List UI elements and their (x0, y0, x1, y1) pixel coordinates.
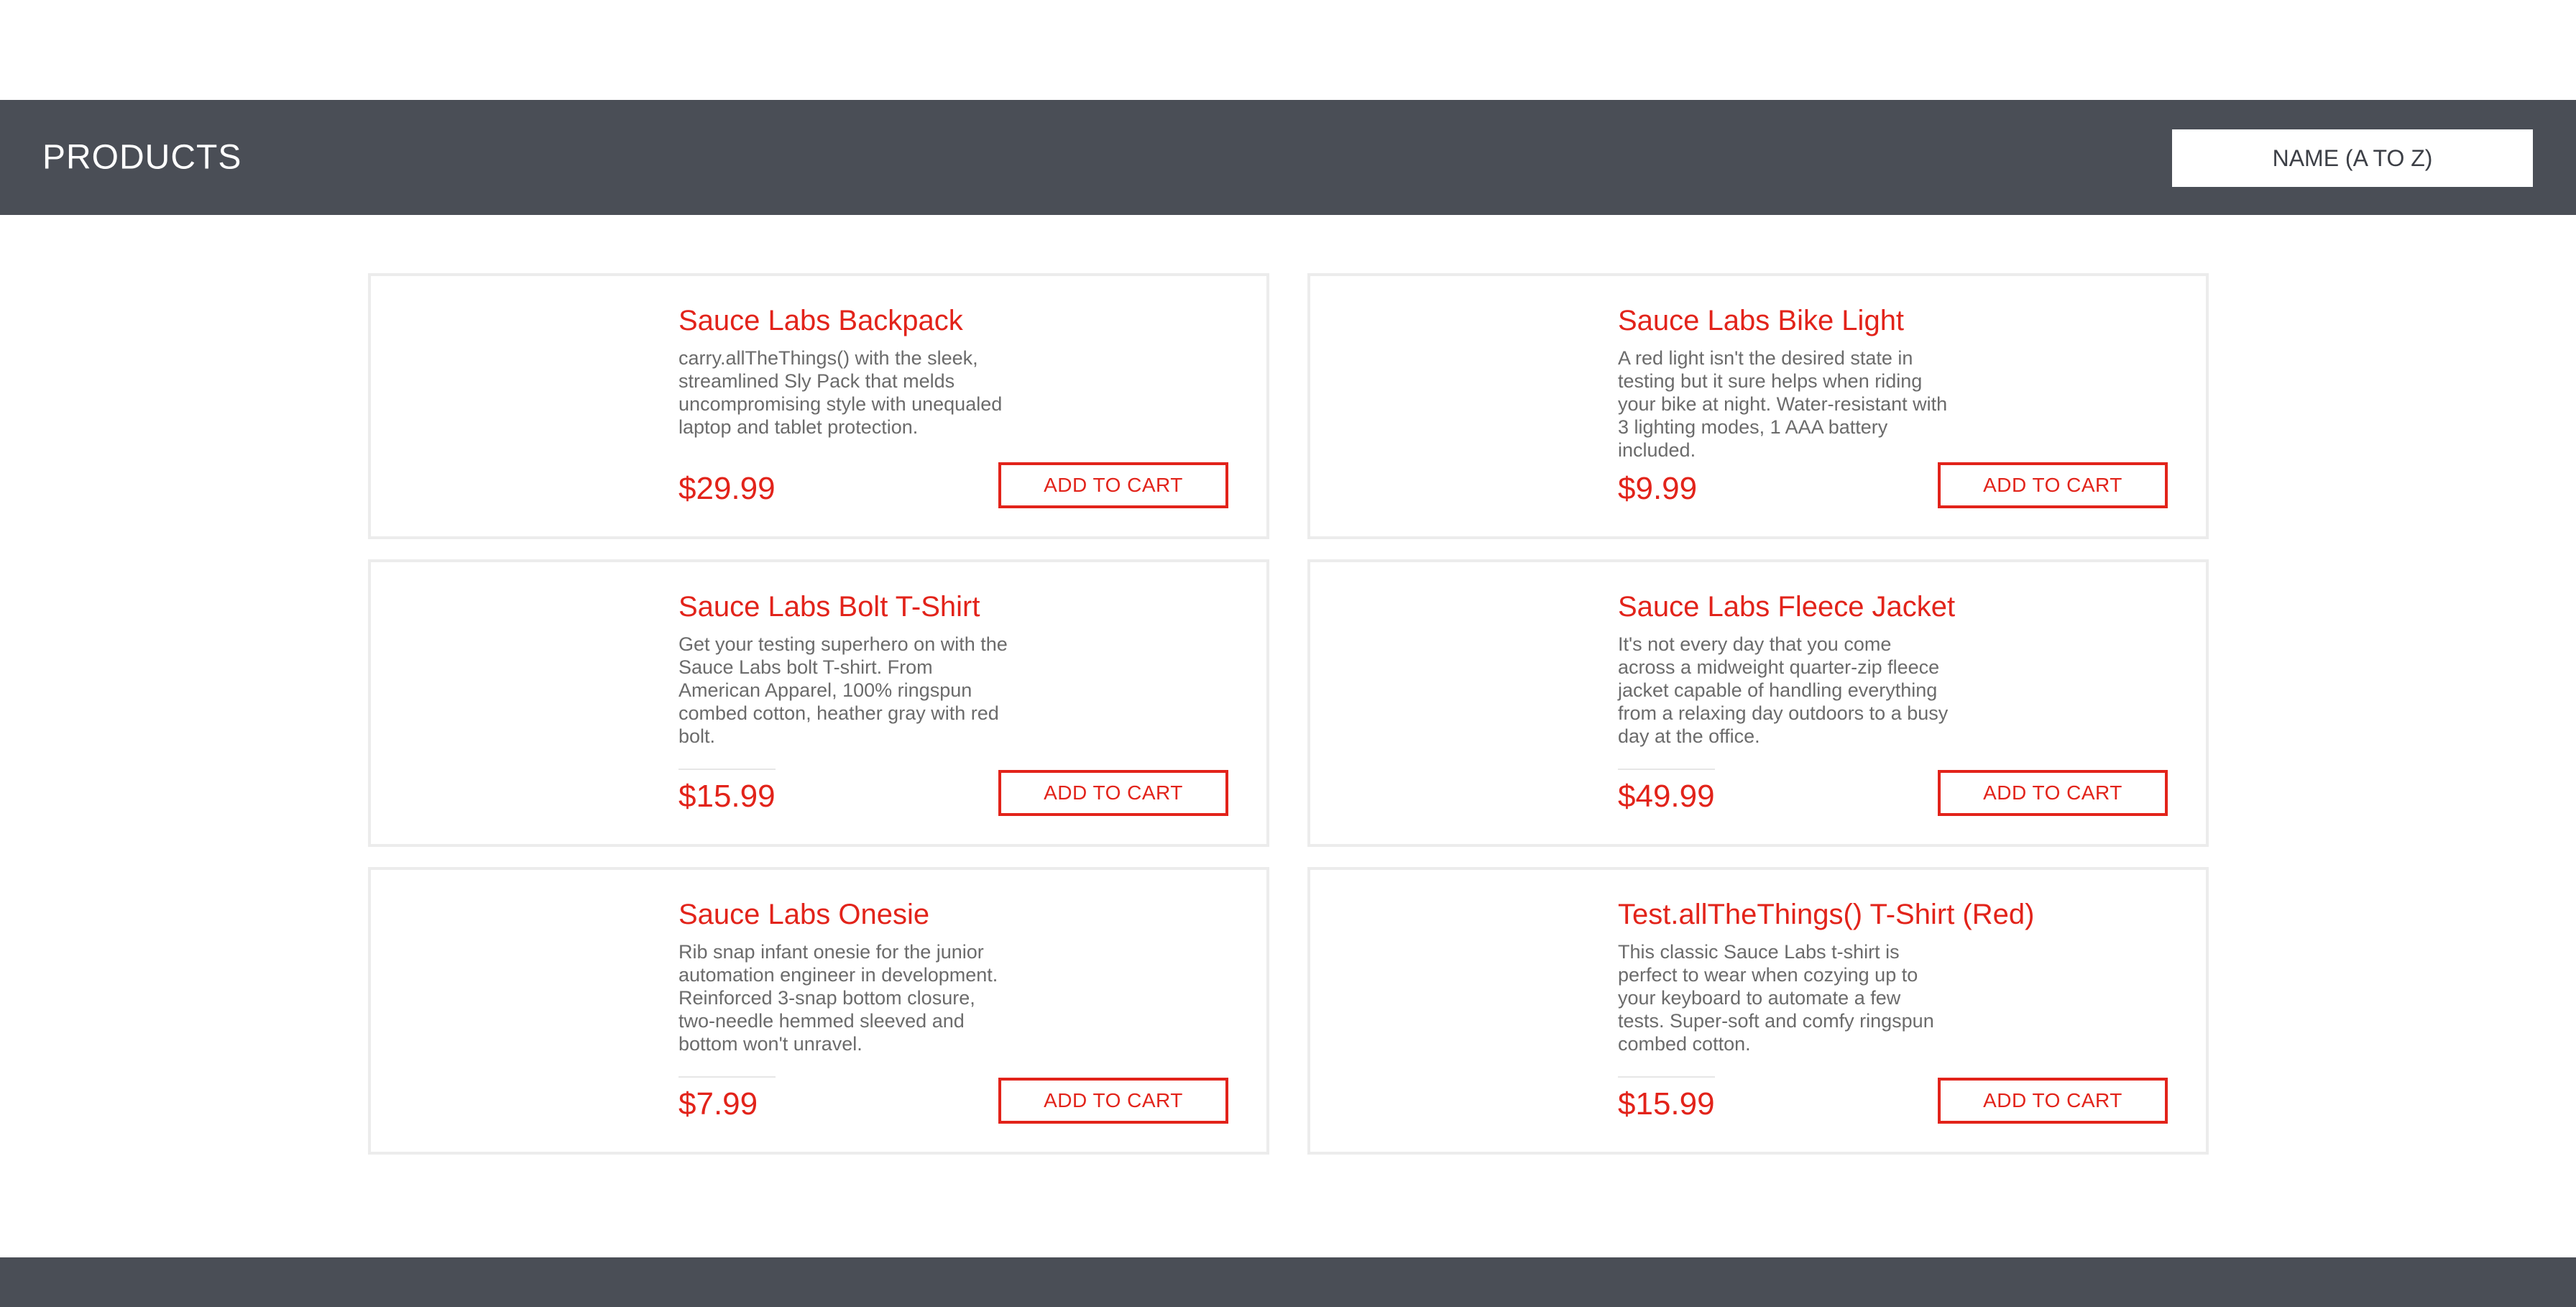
item-name-link[interactable]: Sauce Labs Backpack (678, 305, 963, 337)
add-to-cart-button[interactable]: ADD TO CART (998, 462, 1228, 508)
inventory-list: Sauce Labs Backpack carry.allTheThings()… (368, 273, 2209, 1155)
item-price: $15.99 (1618, 1086, 1715, 1122)
add-to-cart-button[interactable]: ADD TO CART (998, 1078, 1228, 1124)
inventory-item: Sauce Labs Backpack carry.allTheThings()… (368, 273, 1269, 539)
item-name-link[interactable]: Sauce Labs Fleece Jacket (1618, 591, 1955, 623)
add-to-cart-button[interactable]: ADD TO CART (1938, 770, 2168, 816)
add-to-cart-button[interactable]: ADD TO CART (1938, 462, 2168, 508)
sort-dropdown[interactable]: NAME (A TO Z) (2172, 129, 2533, 187)
item-description: Rib snap infant onesie for the junior au… (678, 941, 998, 1055)
item-description: A red light isn't the desired state in t… (1618, 347, 1948, 461)
item-price: $49.99 (1618, 779, 1715, 814)
item-description: It's not every day that you come across … (1618, 633, 1949, 747)
add-to-cart-button[interactable]: ADD TO CART (1938, 1078, 2168, 1124)
item-description: Get your testing superhero on with the S… (678, 633, 1008, 747)
page-title: PRODUCTS (42, 138, 242, 177)
inventory-item: Test.allTheThings() T-Shirt (Red) This c… (1307, 867, 2209, 1155)
header-bar: PRODUCTS NAME (A TO Z) (0, 100, 2576, 215)
price-divider (678, 769, 776, 770)
item-description: This classic Sauce Labs t-shirt is perfe… (1618, 941, 1934, 1055)
inventory-item: Sauce Labs Fleece Jacket It's not every … (1307, 559, 2209, 847)
item-name-link[interactable]: Sauce Labs Bike Light (1618, 305, 1904, 337)
item-description: carry.allTheThings() with the sleek, str… (678, 347, 1003, 438)
price-divider (1618, 769, 1715, 770)
price-divider (1618, 1076, 1715, 1078)
item-price: $29.99 (678, 471, 776, 506)
footer-bar (0, 1257, 2576, 1307)
item-name-link[interactable]: Test.allTheThings() T-Shirt (Red) (1618, 899, 2034, 931)
inventory-item: Sauce Labs Bolt T-Shirt Get your testing… (368, 559, 1269, 847)
inventory-item: Sauce Labs Onesie Rib snap infant onesie… (368, 867, 1269, 1155)
item-name-link[interactable]: Sauce Labs Bolt T-Shirt (678, 591, 980, 623)
item-price: $9.99 (1618, 471, 1698, 506)
item-price: $7.99 (678, 1086, 758, 1122)
item-name-link[interactable]: Sauce Labs Onesie (678, 899, 929, 931)
item-price: $15.99 (678, 779, 776, 814)
price-divider (678, 1076, 776, 1078)
inventory-item: Sauce Labs Bike Light A red light isn't … (1307, 273, 2209, 539)
add-to-cart-button[interactable]: ADD TO CART (998, 770, 1228, 816)
